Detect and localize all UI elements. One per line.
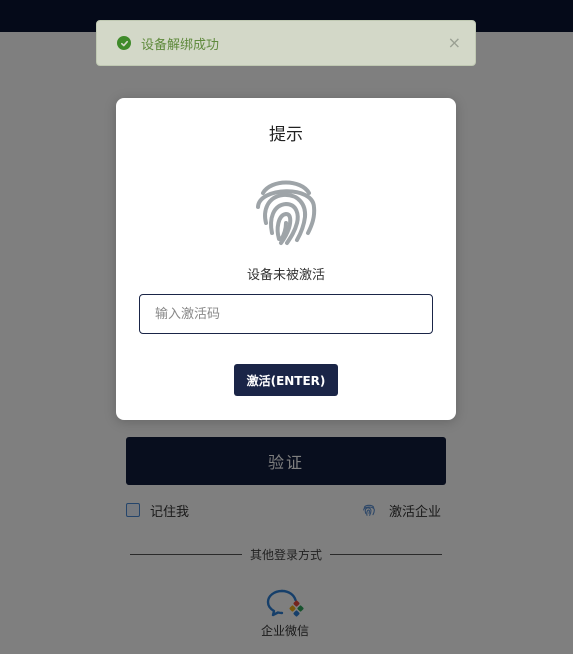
success-toast: 设备解绑成功 × [96, 20, 476, 66]
activation-code-input[interactable] [139, 294, 433, 334]
activation-status: 设备未被激活 [246, 268, 325, 283]
dialog-title: 提示 [269, 125, 303, 145]
activate-button[interactable]: 激活(ENTER) [234, 364, 338, 396]
success-check-icon [117, 36, 131, 50]
toast-message: 设备解绑成功 [141, 37, 220, 53]
activation-dialog: 提示 设备未被激活 激活(ENTER) [116, 98, 456, 420]
close-icon[interactable]: × [448, 35, 461, 51]
fingerprint-icon [256, 180, 317, 245]
